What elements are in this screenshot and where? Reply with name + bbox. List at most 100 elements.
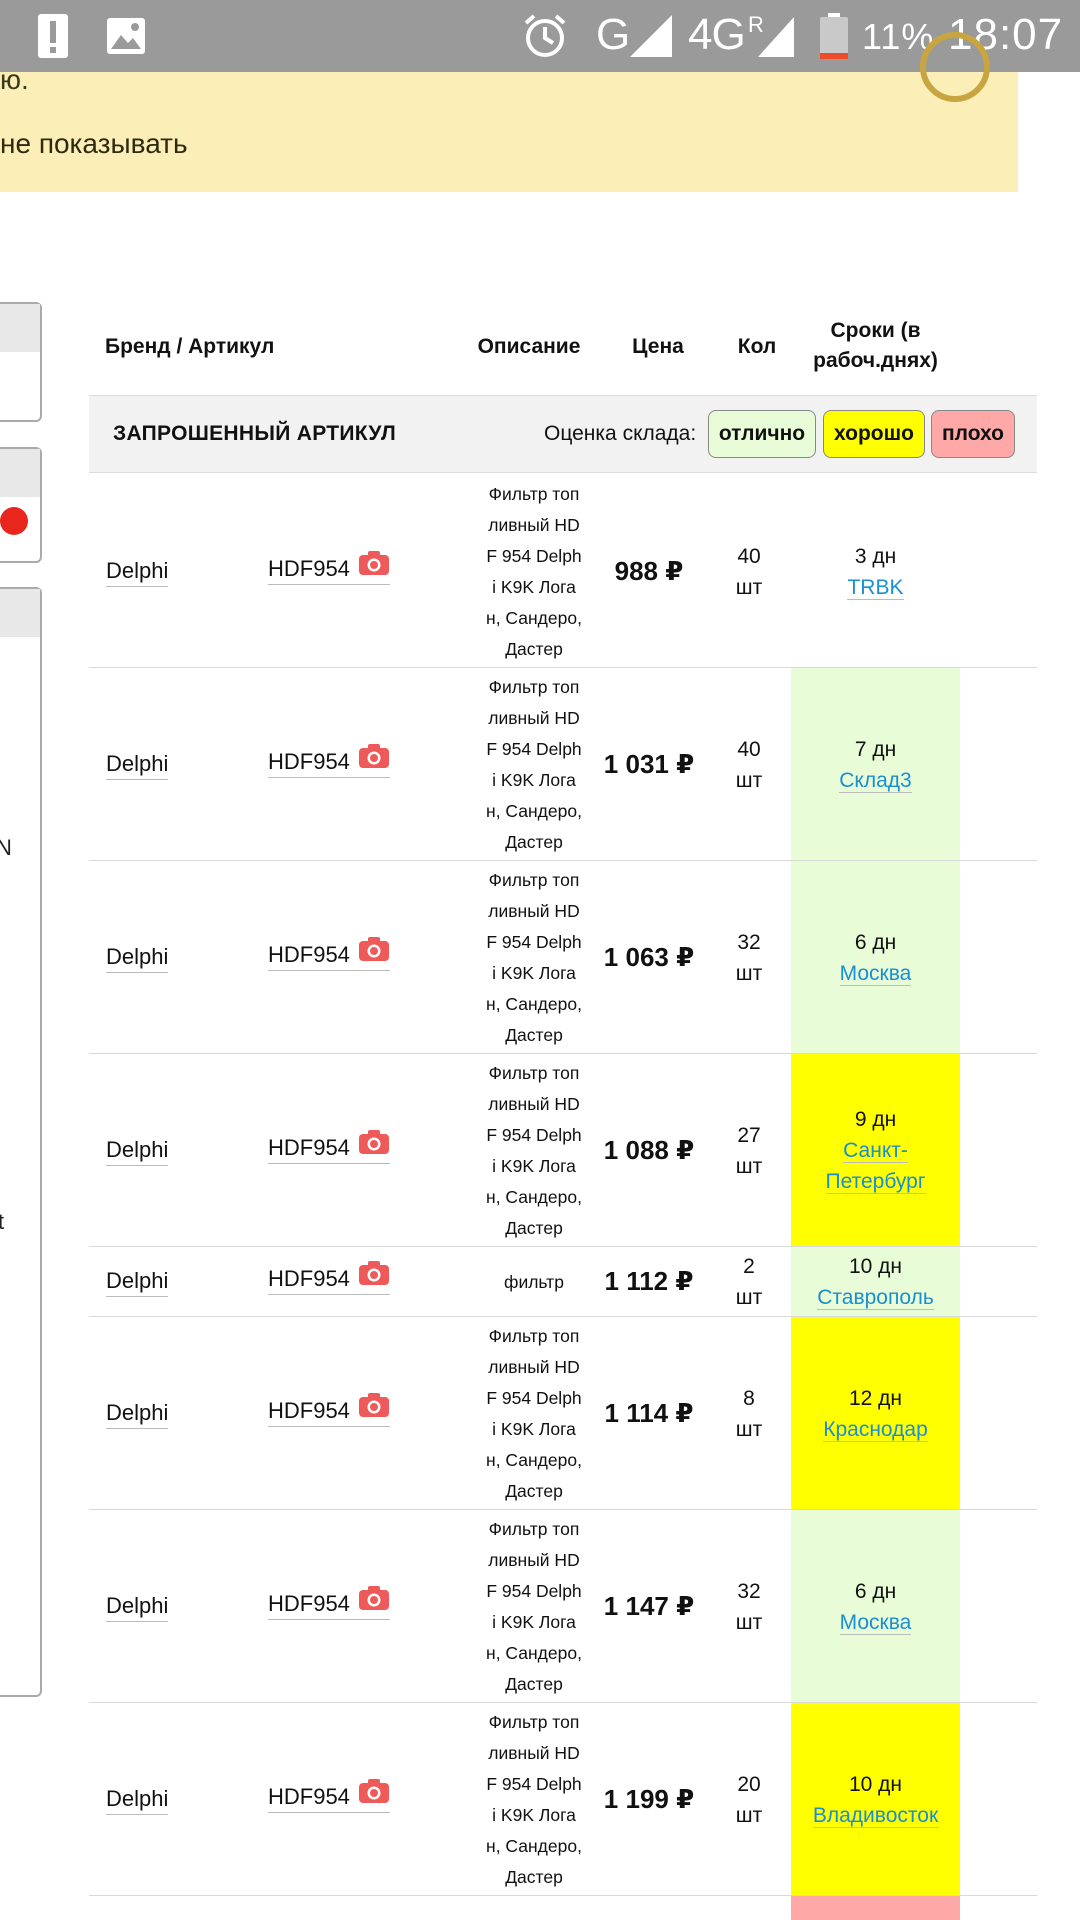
article-link[interactable]: HDF954 xyxy=(268,1585,390,1620)
description-line: i K9K Лога xyxy=(492,963,576,983)
brand-link[interactable]: Delphi xyxy=(106,558,169,587)
header-qty[interactable]: Кол xyxy=(717,332,797,362)
delivery-days: 7 дн xyxy=(854,737,897,761)
warehouse-link[interactable]: Склад3 xyxy=(839,768,912,793)
table-row[interactable]: Delphi HDF954 Фильтр топ ливный HD F 954 Del… xyxy=(89,1510,1037,1703)
quantity: 40 шт xyxy=(709,734,789,796)
article-link[interactable]: HDF954 xyxy=(268,936,390,971)
article-link[interactable]: HDF954 xyxy=(268,550,390,585)
description: Фильтр топ ливный HD F 954 Delph i K9K Лога… xyxy=(474,1321,594,1507)
header-brand-article[interactable]: Бренд / Артикул xyxy=(105,332,274,362)
warehouse-link[interactable]: Краснодар xyxy=(823,1417,928,1442)
camera-icon[interactable] xyxy=(358,936,390,962)
description-line: Дастер xyxy=(505,1481,563,1501)
warehouse-line: TRBK xyxy=(791,572,960,603)
table-row[interactable]: Delphi HDF954 Фильтр топ ливный HD F 954 Del… xyxy=(89,475,1037,668)
description-line: н, Сандеро, xyxy=(486,1836,582,1856)
description-line: Дастер xyxy=(505,832,563,852)
camera-icon[interactable] xyxy=(358,550,390,576)
description-line: Дастер xyxy=(505,1674,563,1694)
description-line: i K9K Лога xyxy=(492,1419,576,1439)
article-link[interactable]: HDF954 xyxy=(268,1261,390,1295)
description-line: ливный HD xyxy=(488,1550,580,1570)
camera-icon[interactable] xyxy=(358,1778,390,1804)
warehouse-link[interactable]: Москва xyxy=(839,1610,912,1635)
article-number: HDF954 xyxy=(268,1783,350,1809)
delivery-term: 6 дн Москва xyxy=(791,927,960,989)
network-4g-label: 4G xyxy=(688,10,746,59)
requested-article-bar: ЗАПРОШЕННЫЙ АРТИКУЛ Оценка склада: отлич… xyxy=(89,395,1037,473)
description-line: Фильтр топ xyxy=(488,484,580,504)
article-link[interactable]: HDF954 xyxy=(268,1778,390,1813)
delivery-term: 10 дн Владивосток xyxy=(791,1769,960,1831)
price: 1 199 ₽ xyxy=(603,1783,695,1814)
brand-link[interactable]: Delphi xyxy=(106,1786,169,1815)
article-link[interactable]: HDF954 xyxy=(268,1392,390,1427)
brand-link[interactable]: Delphi xyxy=(106,1137,169,1166)
delivery-term: 3 дн TRBK xyxy=(791,541,960,603)
table-row[interactable]: Delphi HDF954 Фильтр топ ливный HD F 954 Del… xyxy=(89,1054,1037,1247)
price: 1 088 ₽ xyxy=(603,1134,695,1165)
description-line: F 954 Delph xyxy=(486,1581,582,1601)
description-line: н, Сандеро, xyxy=(486,801,582,821)
quantity-unit: шт xyxy=(735,1417,763,1441)
brand-link[interactable]: Delphi xyxy=(106,751,169,780)
warehouse-line: Владивосток xyxy=(791,1800,960,1831)
warehouse-link[interactable]: Владивосток xyxy=(812,1803,939,1828)
price: 1 063 ₽ xyxy=(603,941,695,972)
side-text-1: N xyxy=(0,835,12,860)
warehouse-link[interactable]: TRBK xyxy=(847,575,904,600)
notice-close-icon[interactable] xyxy=(920,32,990,102)
warehouse-link[interactable]: Москва xyxy=(839,961,912,986)
description-line: Фильтр топ xyxy=(488,1326,580,1346)
image-notification-icon xyxy=(106,12,146,60)
camera-icon[interactable] xyxy=(358,1129,390,1155)
rating-highlight xyxy=(791,1896,960,1920)
score-bad-badge: плохо xyxy=(931,410,1015,458)
price: 1 147 ₽ xyxy=(603,1590,695,1621)
description-line: н, Сандеро, xyxy=(486,1643,582,1663)
header-price[interactable]: Цена xyxy=(594,332,722,362)
camera-icon[interactable] xyxy=(358,1392,390,1418)
price: 1 031 ₽ xyxy=(603,748,695,779)
camera-icon[interactable] xyxy=(358,743,390,769)
screen: { "status_bar": { "network_g": "G", "net… xyxy=(0,0,1080,1920)
table-row[interactable]: ФИЛЬТР Т xyxy=(89,1896,1037,1920)
requested-article-title: ЗАПРОШЕННЫЙ АРТИКУЛ xyxy=(113,422,396,445)
description-line: Фильтр топ xyxy=(488,870,580,890)
delivery-days: 10 дн xyxy=(848,1255,903,1278)
warehouse-link[interactable]: Ставрополь xyxy=(817,1286,934,1310)
notice-banner: ю. не показывать xyxy=(0,32,1018,192)
table-row[interactable]: Delphi HDF954 Фильтр топ ливный HD F 954 Del… xyxy=(89,668,1037,861)
table-row[interactable]: Delphi HDF954 фильтр 1 112 ₽ 2 шт 10 дн Ставроп… xyxy=(89,1247,1037,1317)
warehouse-line: Москва xyxy=(791,958,960,989)
price: 988 ₽ xyxy=(614,555,684,586)
camera-icon[interactable] xyxy=(358,1260,390,1286)
delivery-days: 3 дн xyxy=(854,544,897,568)
brand-link[interactable]: Delphi xyxy=(106,1400,169,1429)
description-line: Дастер xyxy=(505,639,563,659)
quantity-value: 40 xyxy=(737,544,761,568)
camera-icon[interactable] xyxy=(358,1585,390,1611)
quantity-value: 20 xyxy=(737,1772,761,1796)
brand-link[interactable]: Delphi xyxy=(106,1268,169,1297)
brand-link[interactable]: Delphi xyxy=(106,1593,169,1622)
article-link[interactable]: HDF954 xyxy=(268,743,390,778)
warehouse-link[interactable]: Петербург xyxy=(825,1170,926,1194)
quantity: 2 шт xyxy=(709,1251,789,1313)
quantity-value: 40 xyxy=(737,737,761,761)
alert-notification-icon xyxy=(36,12,70,60)
header-description: Описание xyxy=(477,335,581,358)
description-line: Фильтр топ xyxy=(488,1519,580,1539)
description-line: Фильтр топ xyxy=(488,677,580,697)
table-row[interactable]: Delphi HDF954 Фильтр топ ливный HD F 954 Del… xyxy=(89,1317,1037,1510)
article-link[interactable]: HDF954 xyxy=(268,1129,390,1164)
dont-show-link[interactable]: не показывать xyxy=(0,128,188,160)
table-row[interactable]: Delphi HDF954 Фильтр топ ливный HD F 954 Del… xyxy=(89,861,1037,1054)
warehouse-link[interactable]: Санкт- xyxy=(843,1139,908,1163)
header-term[interactable]: Сроки (в рабоч.днях) xyxy=(791,316,960,376)
brand-link[interactable]: Delphi xyxy=(106,944,169,973)
description-line: Дастер xyxy=(505,1867,563,1887)
description-line: Дастер xyxy=(505,1025,563,1045)
table-row[interactable]: Delphi HDF954 Фильтр топ ливный HD F 954 Del… xyxy=(89,1703,1037,1896)
